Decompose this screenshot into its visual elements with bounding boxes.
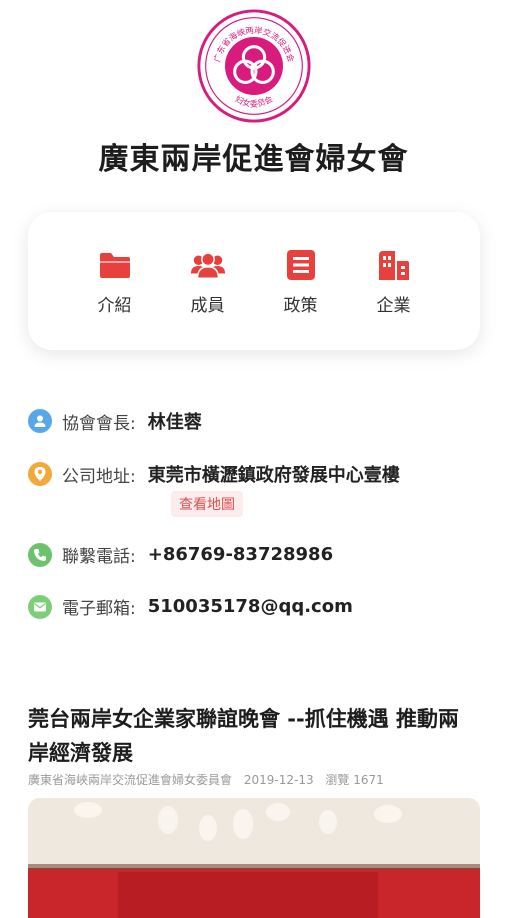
article-title[interactable]: 莞台兩岸女企業家聯誼晚會 --抓住機遇 推動兩岸經濟發展 (28, 702, 480, 770)
nav-label: 成員 (190, 295, 225, 316)
info-row-address: 公司地址: 東莞市橫瀝鎮政府發展中心壹樓 (28, 461, 487, 487)
nav-item-enterprise[interactable]: 企業 (376, 247, 412, 316)
nav-label: 政策 (283, 295, 318, 316)
location-pin-icon (28, 462, 52, 486)
person-icon (28, 409, 52, 433)
address-value: 東莞市橫瀝鎮政府發展中心壹樓 (147, 465, 400, 486)
users-icon (190, 247, 226, 283)
building-icon (376, 247, 412, 283)
phone-icon (28, 542, 52, 567)
document-icon (283, 247, 319, 283)
article-views: 瀏覽 1671 (325, 773, 384, 787)
phone-label: 聯繫電話: (62, 547, 136, 567)
email-value[interactable]: 510035178@qq.com (148, 596, 353, 617)
article-date: 2019-12-13 (243, 773, 314, 787)
article-source: 廣東省海峽兩岸交流促進會婦女委員會 (28, 773, 233, 787)
info-row-phone: 聯繫電話: +86769-83728986 (28, 542, 487, 567)
event-photo (28, 798, 480, 918)
mail-icon (28, 594, 52, 619)
folder-icon (97, 247, 133, 283)
nav-card: 介紹 成員 政策 企業 (28, 212, 480, 350)
president-value: 林佳蓉 (147, 412, 202, 433)
article-meta: 廣東省海峽兩岸交流促進會婦女委員會 2019-12-13 瀏覽 1671 (28, 771, 392, 788)
info-row-email: 電子郵箱: 510035178@qq.com (28, 594, 487, 619)
nav-item-intro[interactable]: 介紹 (97, 247, 133, 316)
association-logo: 广东省海峡两岸交流促进会 妇女委员会 (196, 9, 311, 123)
email-label: 電子郵箱: (62, 599, 136, 619)
nav-label: 介紹 (97, 295, 132, 316)
article-thumbnail[interactable] (28, 798, 480, 918)
logo-container: 广东省海峡两岸交流促进会 妇女委员会 (0, 8, 507, 124)
nav-label: 企業 (376, 295, 411, 316)
president-label: 協會會長: (62, 413, 136, 434)
info-row-president: 協會會長: 林佳蓉 (28, 408, 487, 434)
nav-item-policy[interactable]: 政策 (283, 247, 319, 316)
view-map-button[interactable]: 查看地圖 (171, 491, 243, 517)
nav-item-members[interactable]: 成員 (190, 247, 226, 316)
organization-title: 廣東兩岸促進會婦女會 (98, 142, 409, 177)
address-label: 公司地址: (62, 466, 136, 487)
phone-value[interactable]: +86769-83728986 (148, 544, 333, 565)
